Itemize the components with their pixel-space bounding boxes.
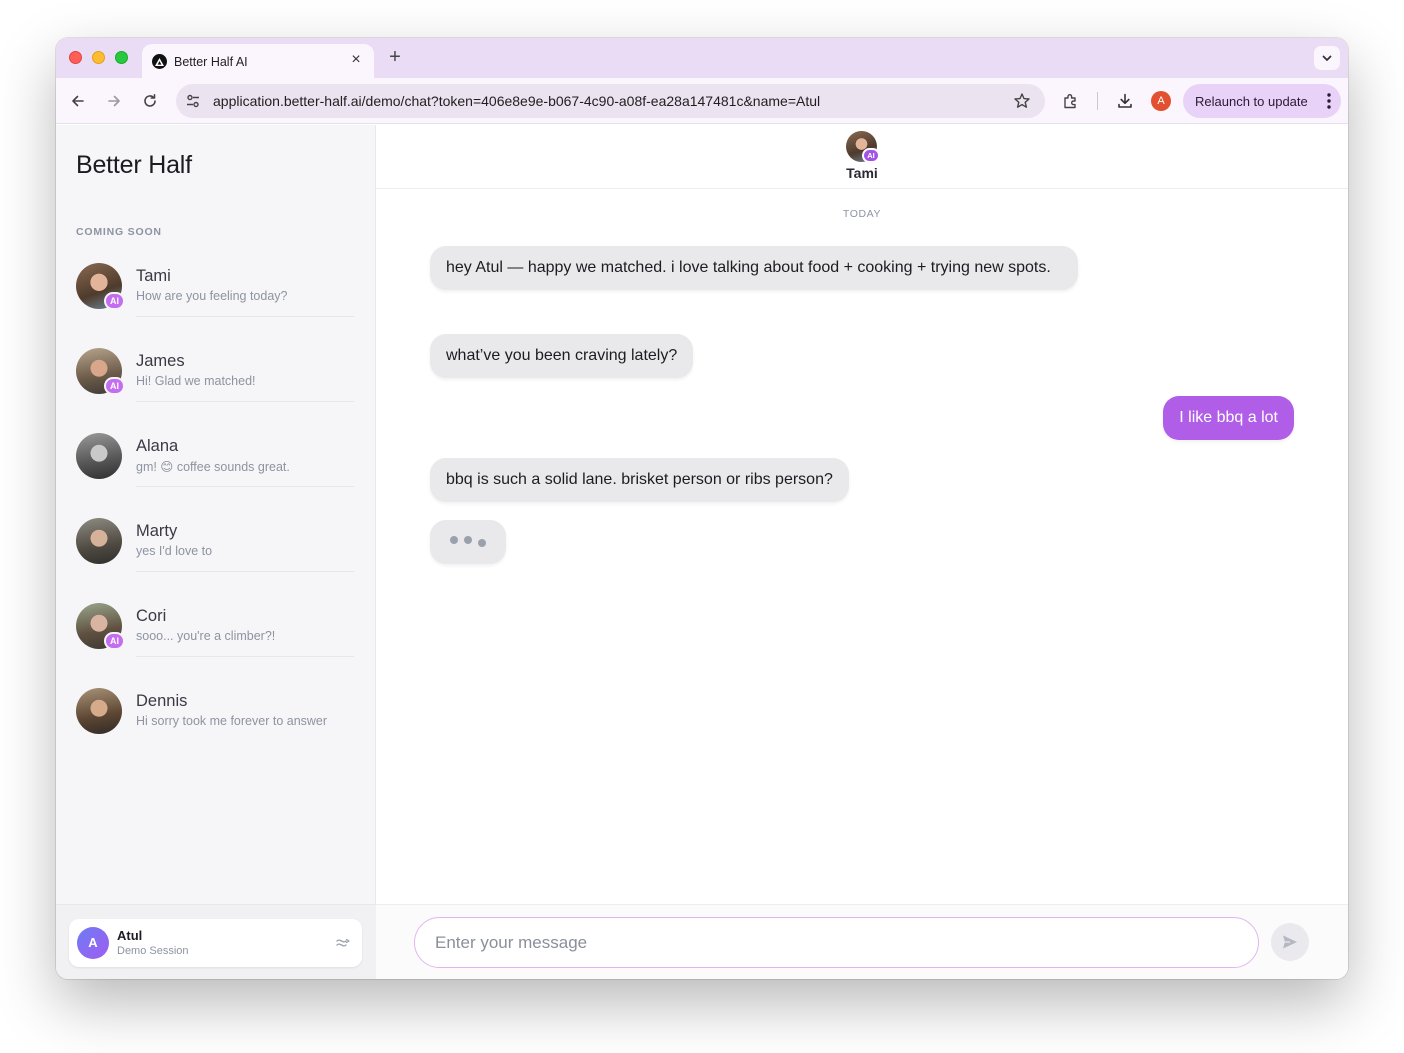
avatar <box>76 518 122 564</box>
divider <box>136 571 354 572</box>
ai-badge: AI <box>104 632 125 650</box>
tab-close-icon[interactable]: × <box>346 50 366 70</box>
contact-name: Cori <box>136 607 167 625</box>
send-icon <box>1283 935 1297 949</box>
contact-name: Marty <box>136 522 178 540</box>
divider <box>136 486 354 487</box>
user-subtitle: Demo Session <box>117 945 189 957</box>
tab-better-half[interactable]: Better Half AI × <box>142 44 374 78</box>
relaunch-button[interactable]: Relaunch to update <box>1183 84 1341 118</box>
address-bar[interactable]: application.better-half.ai/demo/chat?tok… <box>176 84 1045 118</box>
back-icon <box>72 95 84 107</box>
browser-window: Better Half AI × + application.better-ha… <box>56 38 1348 979</box>
favicon-icon <box>152 54 167 69</box>
typing-dot <box>450 536 458 544</box>
tab-strip: Better Half AI × + <box>56 38 1348 78</box>
contact-preview: Hi! Glad we matched! <box>136 374 256 388</box>
reload-icon <box>144 94 156 107</box>
divider <box>136 401 354 402</box>
section-label: COMING SOON <box>76 226 162 238</box>
contact-name: Dennis <box>136 692 188 710</box>
message-bubble-incoming: what’ve you been craving lately? <box>430 334 694 378</box>
contact-preview: sooo... you're a climber?! <box>136 629 276 643</box>
message-bubble-outgoing: I like bbq a lot <box>1163 396 1294 440</box>
user-avatar: A <box>77 927 109 959</box>
tab-title: Better Half AI <box>174 55 248 69</box>
message-bubble-incoming: bbq is such a solid lane. brisket person… <box>430 458 849 502</box>
forward-icon <box>108 95 120 107</box>
avatar <box>76 433 122 479</box>
browser-toolbar: application.better-half.ai/demo/chat?tok… <box>56 78 1348 124</box>
ai-badge: AI <box>104 292 125 310</box>
message-bubble-incoming: hey Atul — happy we matched. i love talk… <box>430 246 1078 290</box>
back-button[interactable] <box>67 90 89 112</box>
tab-search-button[interactable] <box>1314 46 1340 70</box>
profile-avatar[interactable]: A <box>1151 91 1171 111</box>
sidebar: Better Half COMING SOON AI Tami How are … <box>56 125 376 979</box>
avatar <box>76 688 122 734</box>
logout-icon[interactable] <box>334 934 352 952</box>
day-separator: TODAY <box>842 208 882 220</box>
chevron-down-icon <box>1322 55 1332 61</box>
contact-preview: Hi sorry took me forever to answer <box>136 714 328 728</box>
contact-item-marty[interactable]: Marty yes I'd love to <box>76 518 356 588</box>
contact-preview: gm! 😊 coffee sounds great. <box>136 460 290 474</box>
divider <box>136 316 354 317</box>
downloads-button[interactable] <box>1114 90 1136 112</box>
extensions-button[interactable] <box>1060 90 1082 112</box>
new-tab-button[interactable]: + <box>384 46 406 68</box>
contact-name: Tami <box>136 267 171 285</box>
extensions-icon <box>1064 94 1076 109</box>
app-root: Better Half COMING SOON AI Tami How are … <box>56 125 1348 979</box>
typing-dot <box>464 536 472 544</box>
contact-preview: How are you feeling today? <box>136 289 288 303</box>
send-button[interactable] <box>1271 923 1309 961</box>
forward-button[interactable] <box>103 90 125 112</box>
contact-preview: yes I'd love to <box>136 544 213 558</box>
contact-item-alana[interactable]: Alana gm! 😊 coffee sounds great. <box>76 433 356 503</box>
brand-title: Better Half <box>76 151 192 179</box>
contact-name: Alana <box>136 437 179 455</box>
user-name: Atul <box>117 928 143 943</box>
user-footer: A Atul Demo Session <box>56 904 376 979</box>
download-icon <box>1118 93 1132 108</box>
chat-panel: AI Tami TODAY hey Atul — happy we matche… <box>376 125 1348 979</box>
reload-button[interactable] <box>139 90 161 112</box>
user-card[interactable]: A Atul Demo Session <box>69 919 362 967</box>
kebab-icon <box>1327 93 1331 109</box>
minimize-window-button[interactable] <box>92 51 105 64</box>
chat-header: AI Tami <box>376 125 1348 189</box>
typing-dot <box>478 539 486 547</box>
close-window-button[interactable] <box>69 51 82 64</box>
message-input[interactable] <box>414 917 1259 968</box>
zoom-window-button[interactable] <box>115 51 128 64</box>
contact-name: James <box>136 352 185 370</box>
composer <box>376 904 1348 979</box>
url-text[interactable]: application.better-half.ai/demo/chat?tok… <box>213 93 820 109</box>
ai-badge: AI <box>862 148 880 163</box>
contact-item-dennis[interactable]: Dennis Hi sorry took me forever to answe… <box>76 688 356 758</box>
chat-contact-name: Tami <box>846 165 878 181</box>
contact-item-james[interactable]: AI James Hi! Glad we matched! <box>76 348 356 418</box>
relaunch-label: Relaunch to update <box>1195 94 1308 109</box>
divider <box>136 656 354 657</box>
contact-item-tami[interactable]: AI Tami How are you feeling today? <box>76 263 356 333</box>
tune-icon[interactable] <box>184 92 202 110</box>
typing-indicator <box>430 520 506 564</box>
star-icon[interactable] <box>1013 92 1031 110</box>
ai-badge: AI <box>104 377 125 395</box>
toolbar-separator <box>1097 92 1098 110</box>
contact-item-cori[interactable]: AI Cori sooo... you're a climber?! <box>76 603 356 673</box>
